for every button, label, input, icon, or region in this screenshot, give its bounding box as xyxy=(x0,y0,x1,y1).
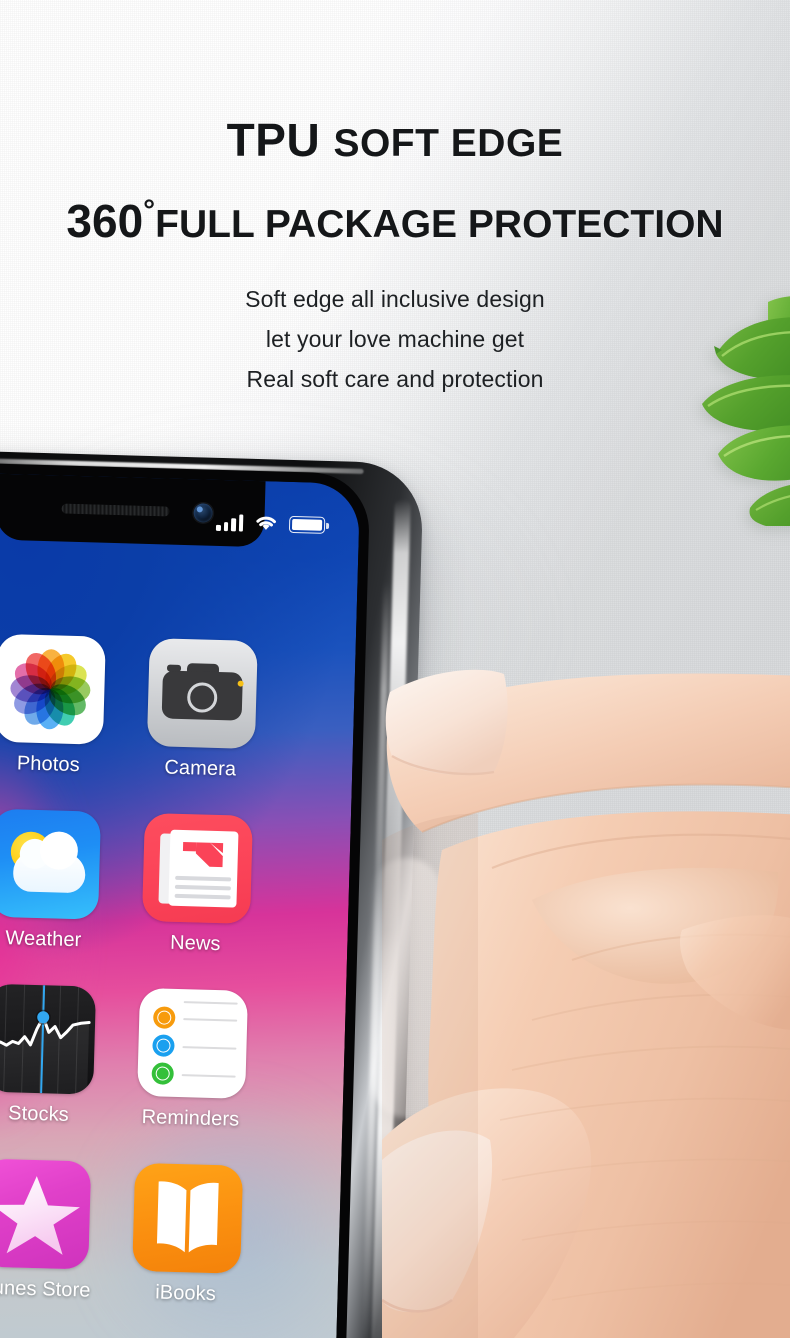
app-stocks[interactable]: Stocks xyxy=(0,983,118,1128)
itunes-store-icon xyxy=(0,1158,92,1270)
banner-stage: TPU SOFT EDGE 360°FULL PACKAGE PROTECTIO… xyxy=(0,0,790,1338)
headline-360: 360 xyxy=(66,195,144,247)
wifi-icon xyxy=(254,515,278,533)
home-screen-app-grid: Photos Camera Weather News Stocks Remind… xyxy=(0,632,356,1338)
phone-device: Photos Camera Weather News Stocks Remind… xyxy=(0,449,424,1338)
app-label: iTunes Store xyxy=(0,1276,91,1302)
phone-bezel: Photos Camera Weather News Stocks Remind… xyxy=(0,461,371,1338)
front-camera-icon xyxy=(193,503,213,523)
battery-full-icon xyxy=(288,515,326,534)
app-reminders[interactable]: Reminders xyxy=(114,987,270,1132)
headline-secondary: 360°FULL PACKAGE PROTECTION xyxy=(0,195,790,247)
phone-screen[interactable]: Photos Camera Weather News Stocks Remind… xyxy=(0,471,361,1338)
app-label: Reminders xyxy=(141,1105,240,1131)
headline-full-package-protection: FULL PACKAGE PROTECTION xyxy=(155,203,724,246)
app-camera[interactable]: Camera xyxy=(124,637,280,782)
app-ibooks[interactable]: iBooks xyxy=(109,1162,265,1307)
app-photos[interactable]: Photos xyxy=(0,633,128,778)
app-label: Camera xyxy=(164,756,237,781)
app-news[interactable]: News xyxy=(119,812,275,957)
app-itunes-store[interactable]: iTunes Store xyxy=(0,1158,113,1303)
cellular-signal-icon xyxy=(215,514,244,532)
app-row: iTunes Store iBooks xyxy=(0,1156,341,1338)
app-label: Photos xyxy=(16,752,81,777)
app-label: Stocks xyxy=(7,1102,70,1126)
stocks-icon xyxy=(0,983,97,1095)
weather-icon xyxy=(0,808,101,920)
phone-notch xyxy=(0,471,266,548)
app-label: Weather xyxy=(5,927,82,952)
status-bar xyxy=(215,514,326,534)
monstera-leaf-icon xyxy=(672,296,790,526)
headline-primary: TPU SOFT EDGE xyxy=(0,117,790,163)
degree-symbol: ° xyxy=(143,194,156,227)
reminders-icon xyxy=(137,987,249,1099)
headline-soft-edge: SOFT EDGE xyxy=(333,122,564,165)
news-icon xyxy=(141,812,253,924)
headline-tpu: TPU xyxy=(226,114,321,166)
app-label: News xyxy=(169,931,221,956)
ibooks-icon xyxy=(132,1162,244,1274)
hand-holding-phone xyxy=(382,600,790,1338)
app-row: Weather News xyxy=(0,807,351,994)
earpiece-speaker-icon xyxy=(61,503,170,517)
photos-icon xyxy=(0,633,106,745)
app-row: Stocks Reminders xyxy=(0,981,346,1168)
app-label: iBooks xyxy=(154,1281,217,1306)
app-weather[interactable]: Weather xyxy=(0,808,123,953)
camera-icon xyxy=(146,638,258,750)
app-row: Photos Camera xyxy=(0,632,356,819)
